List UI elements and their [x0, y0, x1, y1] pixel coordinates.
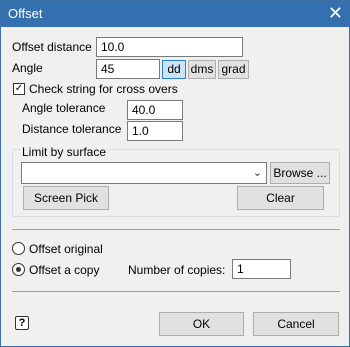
- clear-button[interactable]: Clear: [237, 186, 324, 210]
- angle-tolerance-label: Angle tolerance: [22, 101, 106, 115]
- offset-original-radio[interactable]: [12, 242, 25, 255]
- divider: [12, 229, 340, 230]
- offset-distance-label: Offset distance: [12, 40, 92, 54]
- cancel-button[interactable]: Cancel: [253, 312, 339, 336]
- number-of-copies-input[interactable]: 1: [232, 259, 291, 279]
- ok-button[interactable]: OK: [159, 312, 244, 336]
- unit-dd-button[interactable]: dd: [162, 60, 186, 79]
- title-bar: Offset ✕: [1, 1, 349, 27]
- angle-input[interactable]: 45: [96, 59, 160, 79]
- offset-copy-radio[interactable]: [12, 263, 25, 276]
- surface-combo[interactable]: ⌄: [21, 162, 267, 184]
- limit-by-surface-label: Limit by surface: [21, 145, 108, 159]
- unit-dms-button[interactable]: dms: [188, 60, 216, 79]
- number-of-copies-label: Number of copies:: [128, 263, 226, 277]
- browse-button[interactable]: Browse ...: [270, 162, 330, 184]
- unit-grad-button[interactable]: grad: [218, 60, 249, 79]
- offset-distance-input[interactable]: 10.0: [96, 37, 243, 57]
- screen-pick-button[interactable]: Screen Pick: [23, 186, 109, 210]
- offset-copy-label: Offset a copy: [29, 263, 100, 277]
- help-icon[interactable]: ?: [15, 316, 29, 330]
- offset-original-label: Offset original: [29, 242, 103, 256]
- close-icon[interactable]: ✕: [328, 3, 343, 23]
- dialog-title: Offset: [8, 6, 43, 21]
- radio-selected-dot: [16, 267, 21, 272]
- distance-tolerance-label: Distance tolerance: [22, 122, 122, 136]
- crossovers-checkbox[interactable]: ✓: [13, 83, 25, 95]
- offset-dialog: Offset ✕ Offset distance 10.0 Angle 45 d…: [0, 0, 350, 347]
- chevron-down-icon: ⌄: [252, 167, 262, 179]
- angle-label: Angle: [12, 61, 43, 75]
- distance-tolerance-input[interactable]: 1.0: [127, 121, 183, 141]
- crossovers-label: Check string for cross overs: [29, 82, 178, 96]
- divider: [12, 291, 340, 292]
- angle-tolerance-input[interactable]: 40.0: [127, 100, 183, 120]
